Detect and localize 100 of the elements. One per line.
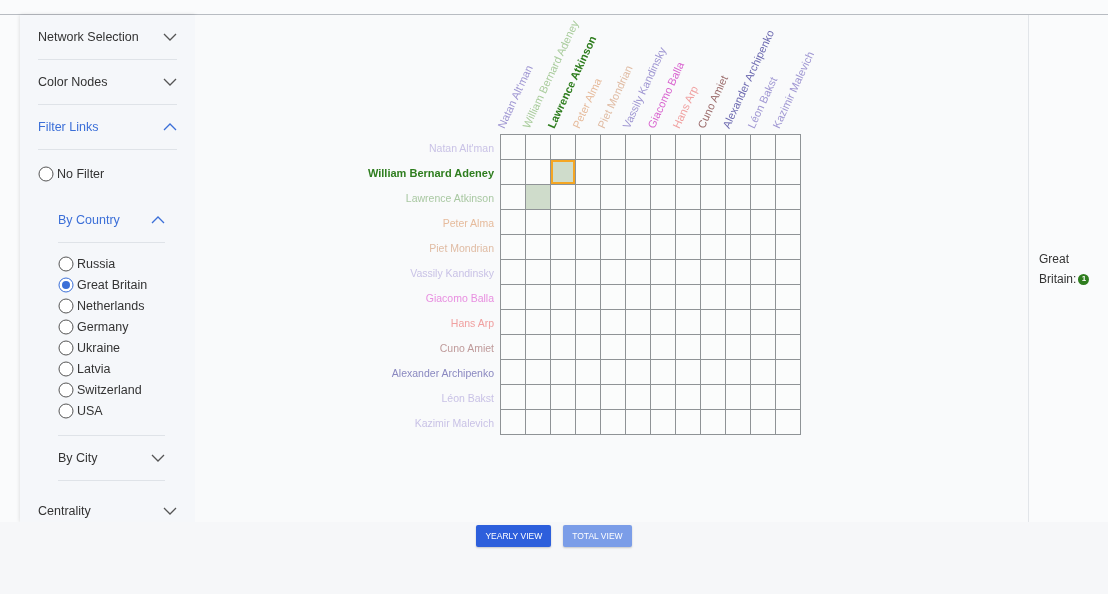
matrix-cell[interactable] (751, 210, 775, 234)
matrix-cell[interactable] (676, 185, 700, 209)
matrix-cell[interactable] (701, 260, 725, 284)
matrix-cell[interactable] (751, 410, 775, 434)
matrix-cell[interactable] (501, 385, 525, 409)
matrix-cell[interactable] (776, 385, 800, 409)
matrix-cell[interactable] (776, 185, 800, 209)
matrix-cell[interactable] (501, 260, 525, 284)
matrix-cell[interactable] (601, 160, 625, 184)
matrix-cell[interactable] (676, 160, 700, 184)
matrix-cell[interactable] (726, 210, 750, 234)
matrix-cell[interactable] (726, 285, 750, 309)
matrix-cell[interactable] (501, 160, 525, 184)
matrix-cell[interactable] (526, 335, 550, 359)
matrix-cell[interactable] (651, 335, 675, 359)
matrix-cell[interactable] (501, 135, 525, 159)
matrix-cell[interactable] (726, 260, 750, 284)
matrix-cell[interactable] (626, 160, 650, 184)
matrix-cell[interactable] (576, 410, 600, 434)
matrix-cell[interactable] (501, 410, 525, 434)
matrix-cell[interactable] (726, 310, 750, 334)
matrix-cell[interactable] (701, 160, 725, 184)
matrix-cell[interactable] (751, 285, 775, 309)
matrix-cell[interactable] (576, 335, 600, 359)
matrix-cell[interactable] (751, 385, 775, 409)
matrix-cell[interactable] (676, 210, 700, 234)
matrix-cell[interactable] (526, 360, 550, 384)
matrix-cell[interactable] (526, 160, 550, 184)
matrix-cell[interactable] (776, 210, 800, 234)
matrix-cell[interactable] (526, 410, 550, 434)
matrix-cell[interactable] (526, 235, 550, 259)
matrix-cell[interactable] (626, 360, 650, 384)
radio-button[interactable] (58, 318, 74, 335)
matrix-cell[interactable] (776, 235, 800, 259)
matrix-cell[interactable] (651, 210, 675, 234)
matrix-cell[interactable] (551, 385, 575, 409)
matrix-cell[interactable] (626, 310, 650, 334)
matrix-cell[interactable] (651, 235, 675, 259)
matrix-cell[interactable] (576, 210, 600, 234)
matrix-cell[interactable] (601, 360, 625, 384)
matrix-cell[interactable] (551, 285, 575, 309)
matrix-cell[interactable] (726, 360, 750, 384)
matrix-cell[interactable] (576, 135, 600, 159)
matrix-cell[interactable] (726, 335, 750, 359)
matrix-cell[interactable] (701, 360, 725, 384)
matrix-cell[interactable] (626, 285, 650, 309)
matrix-cell[interactable] (526, 385, 550, 409)
matrix-cell[interactable] (601, 335, 625, 359)
matrix-cell[interactable] (551, 210, 575, 234)
matrix-cell[interactable] (626, 185, 650, 209)
matrix-cell[interactable] (551, 360, 575, 384)
matrix-cell[interactable] (551, 310, 575, 334)
matrix-cell[interactable] (676, 310, 700, 334)
matrix-cell[interactable] (676, 360, 700, 384)
matrix-cell[interactable] (751, 135, 775, 159)
matrix-cell[interactable] (726, 410, 750, 434)
matrix-cell[interactable] (626, 260, 650, 284)
matrix-cell[interactable] (501, 360, 525, 384)
matrix-cell[interactable] (701, 235, 725, 259)
matrix-cell[interactable] (651, 185, 675, 209)
matrix-cell[interactable] (551, 235, 575, 259)
matrix-cell[interactable] (776, 135, 800, 159)
matrix-cell[interactable] (626, 135, 650, 159)
matrix-cell[interactable] (601, 260, 625, 284)
matrix-cell[interactable] (551, 260, 575, 284)
matrix-cell[interactable] (551, 185, 575, 209)
matrix-cell[interactable] (651, 135, 675, 159)
radio-button[interactable] (58, 276, 74, 293)
matrix-cell[interactable] (626, 385, 650, 409)
matrix-cell[interactable] (776, 310, 800, 334)
matrix-cell[interactable] (626, 410, 650, 434)
matrix-cell[interactable] (526, 310, 550, 334)
matrix-cell[interactable] (776, 285, 800, 309)
matrix-cell[interactable] (651, 160, 675, 184)
radio-button[interactable] (58, 360, 74, 377)
radio-button[interactable] (58, 255, 74, 272)
radio-button[interactable] (58, 381, 74, 398)
matrix-cell[interactable] (551, 160, 575, 184)
matrix-cell[interactable] (651, 410, 675, 434)
matrix-cell[interactable] (751, 260, 775, 284)
matrix-cell[interactable] (526, 260, 550, 284)
accordion-header[interactable]: Color Nodes (38, 60, 177, 105)
matrix-cell[interactable] (651, 360, 675, 384)
matrix-cell[interactable] (526, 135, 550, 159)
matrix-cell[interactable] (726, 185, 750, 209)
matrix-cell[interactable] (551, 335, 575, 359)
matrix-cell[interactable] (751, 360, 775, 384)
matrix-cell[interactable] (601, 410, 625, 434)
matrix-cell[interactable] (676, 235, 700, 259)
matrix-cell[interactable] (651, 385, 675, 409)
matrix-cell[interactable] (701, 410, 725, 434)
matrix-cell[interactable] (576, 385, 600, 409)
matrix-cell[interactable] (601, 210, 625, 234)
radio-button[interactable] (58, 339, 74, 356)
matrix-cell[interactable] (601, 235, 625, 259)
matrix-cell[interactable] (751, 310, 775, 334)
matrix-cell[interactable] (676, 285, 700, 309)
matrix-cell[interactable] (551, 135, 575, 159)
matrix-cell[interactable] (576, 185, 600, 209)
matrix-cell[interactable] (601, 135, 625, 159)
